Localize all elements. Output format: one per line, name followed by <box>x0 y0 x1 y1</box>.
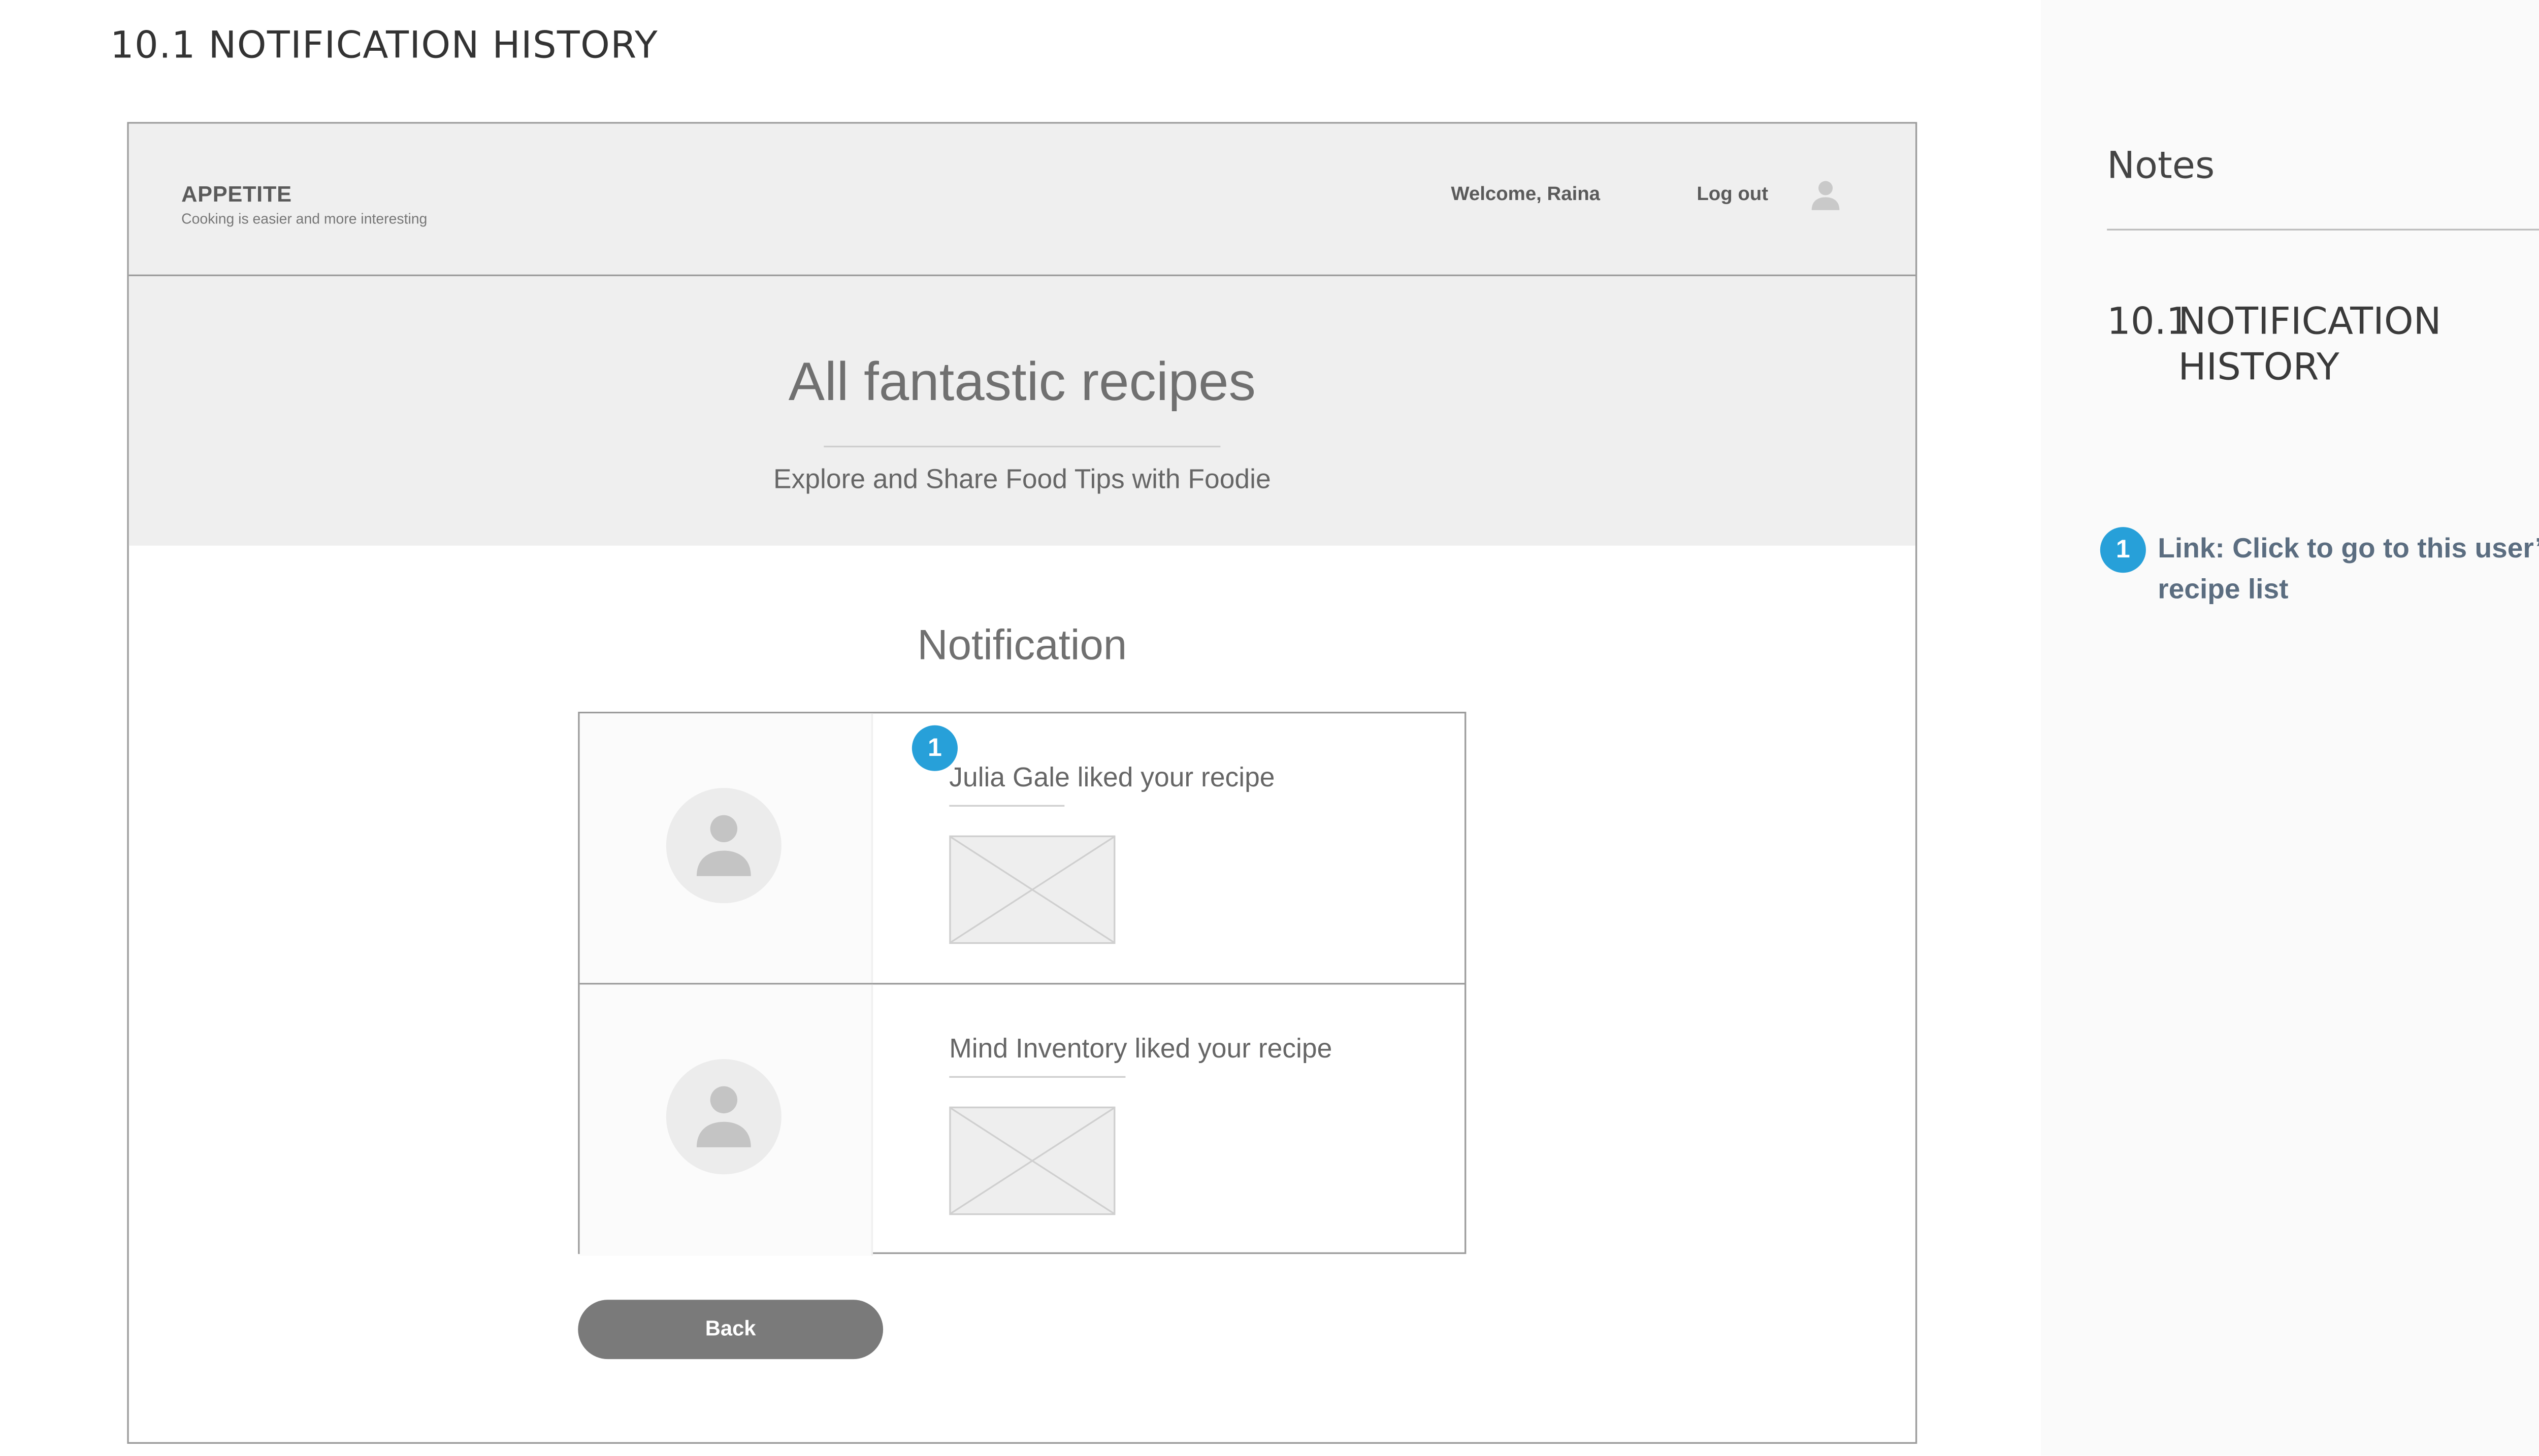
avatar-column <box>579 984 873 1256</box>
hero-subtitle: Explore and Share Food Tips with Foodie <box>773 466 1271 495</box>
wireframe-frame: APPETITE Cooking is easier and more inte… <box>127 122 1917 1444</box>
back-button[interactable]: Back <box>578 1300 884 1360</box>
notes-section-line1: NOTIFICATION <box>2178 302 2442 344</box>
avatar[interactable] <box>666 788 782 904</box>
image-placeholder-icon <box>951 837 1114 942</box>
avatar[interactable] <box>666 1059 782 1175</box>
notification-list: 1 Julia Gale liked your recipe Mind Inve… <box>578 711 1467 1256</box>
hero-banner: All fantastic recipes Explore and Share … <box>128 276 1915 546</box>
notes-divider <box>2107 228 2539 230</box>
avatar-column <box>579 713 873 983</box>
user-link-underline <box>949 805 1065 807</box>
app-header: APPETITE Cooking is easier and more inte… <box>128 123 1915 277</box>
page-title: 10.1 NOTIFICATION HISTORY <box>110 25 659 68</box>
notification-item: Mind Inventory liked your recipe <box>579 984 1464 1256</box>
notes-section-title: 10.1NOTIFICATION HISTORY <box>2107 300 2539 391</box>
image-placeholder-icon <box>951 1108 1114 1214</box>
welcome-text: Welcome, Raina <box>1451 184 1601 205</box>
recipe-thumbnail[interactable] <box>949 1106 1116 1215</box>
notes-panel: Notes 10.1NOTIFICATION HISTORY 1 Link: C… <box>2040 0 2539 1456</box>
notes-title: Notes <box>2107 146 2215 188</box>
notes-section-number: 10.1 <box>2107 302 2190 344</box>
hero-divider <box>824 445 1221 448</box>
recipe-thumbnail[interactable] <box>949 835 1116 944</box>
logout-link[interactable]: Log out <box>1697 185 1768 205</box>
notification-item: 1 Julia Gale liked your recipe <box>579 713 1465 985</box>
user-icon[interactable] <box>1809 178 1843 212</box>
user-icon <box>696 1086 751 1147</box>
brand-name[interactable]: APPETITE <box>181 181 292 207</box>
notification-text[interactable]: Julia Gale liked your recipe <box>949 764 1275 795</box>
note-text: Link: Click to go to this user’s recipe … <box>2158 534 2539 605</box>
wireframe-page: 10.1 NOTIFICATION HISTORY APPETITE Cooki… <box>0 0 2539 1456</box>
brand-tagline: Cooking is easier and more interesting <box>181 210 428 227</box>
user-link-underline <box>949 1076 1126 1078</box>
hero-title: All fantastic recipes <box>788 350 1256 412</box>
user-icon <box>696 815 751 876</box>
notes-section-line2: HISTORY <box>2178 347 2339 390</box>
annotation-marker: 1 <box>2100 527 2146 573</box>
notification-text[interactable]: Mind Inventory liked your recipe <box>949 1036 1332 1066</box>
notification-heading: Notification <box>917 622 1127 670</box>
